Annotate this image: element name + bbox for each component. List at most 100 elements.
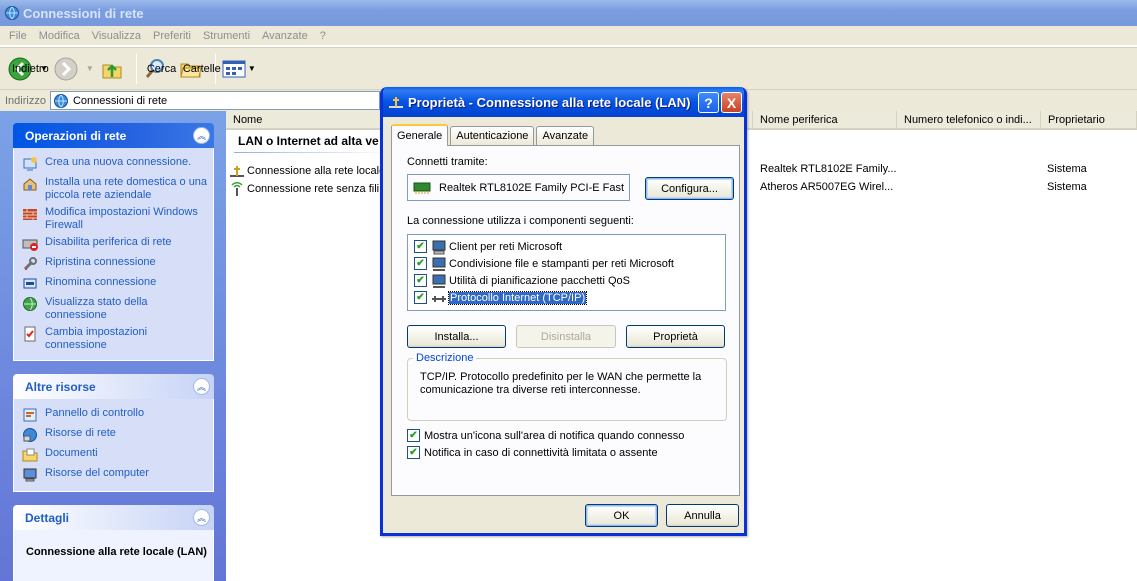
column-header-phone[interactable]: Numero telefonico o indi... — [897, 111, 1041, 130]
details-connection-name: Connessione alla rete locale (LAN) — [26, 546, 207, 558]
component-client[interactable]: ✔ Client per reti Microsoft — [414, 238, 725, 255]
firewall-icon — [23, 209, 37, 220]
cancel-button[interactable]: Annulla — [666, 504, 739, 527]
tab-authentication[interactable]: Autenticazione — [450, 126, 535, 145]
description-group: Descrizione TCP/IP. Protocollo predefini… — [407, 352, 727, 421]
documents-folder-icon — [22, 448, 38, 462]
task-create-connection[interactable]: Crea una nuova connessione. — [22, 156, 209, 172]
column-header-device[interactable]: Nome periferica — [753, 111, 897, 130]
disable-device-icon — [22, 239, 38, 251]
place-documents[interactable]: Documenti — [22, 447, 209, 463]
collapse-icon[interactable]: ︽ — [193, 378, 210, 395]
forward-arrow-icon — [54, 57, 78, 80]
views-button[interactable]: ▼ — [222, 59, 256, 79]
component-qos[interactable]: ✔ Utilità di pianificazione pacchetti Qo… — [414, 272, 725, 289]
address-input[interactable]: Connessioni di rete — [49, 91, 380, 110]
component-checkbox[interactable]: ✔ — [414, 274, 427, 287]
component-checkbox[interactable]: ✔ — [414, 240, 427, 253]
forward-button[interactable]: ▼ — [54, 57, 94, 81]
address-value: Connessioni di rete — [72, 94, 168, 107]
show-icon-checkbox[interactable]: ✔ — [407, 429, 420, 442]
menu-file[interactable]: File — [9, 30, 27, 42]
show-icon-label: Mostra un'icona sull'area di notifica qu… — [424, 429, 685, 442]
properties-button[interactable]: Proprietà — [626, 325, 725, 348]
up-folder-button[interactable] — [100, 57, 124, 81]
collapse-icon[interactable]: ︽ — [193, 509, 210, 526]
search-button[interactable]: Cerca — [143, 57, 176, 81]
task-label: Disabilita periferica di rete — [45, 236, 172, 248]
list-item-wireless-owner: Sistema — [1047, 181, 1087, 193]
component-file-sharing[interactable]: ✔ Condivisione file e stampanti per reti… — [414, 255, 725, 272]
address-label: Indirizzo — [5, 94, 46, 107]
group-title: LAN o Internet ad alta ve — [238, 134, 379, 148]
network-tasks-header[interactable]: Operazioni di rete ︽ — [13, 123, 214, 148]
menu-bar: File Modifica Visualizza Preferiti Strum… — [0, 26, 1137, 46]
file-sharing-icon — [432, 257, 446, 271]
task-view-status[interactable]: Visualizza stato della connessione — [22, 296, 209, 322]
menu-edit[interactable]: Modifica — [39, 30, 80, 42]
toolbar-separator — [135, 53, 137, 84]
close-button[interactable]: X — [721, 92, 742, 113]
place-label: Pannello di controllo — [45, 407, 145, 419]
collapse-icon[interactable]: ︽ — [193, 127, 210, 144]
list-item-lan[interactable]: Connessione alla rete locale — [229, 163, 385, 179]
help-button[interactable]: ? — [698, 92, 719, 113]
menu-help[interactable]: ? — [320, 30, 326, 42]
tab-general[interactable]: Generale — [391, 124, 449, 146]
list-item-wireless[interactable]: Connessione rete senza fili 2 — [229, 181, 388, 197]
component-label: Protocollo Internet (TCP/IP) — [447, 290, 588, 305]
notify-label: Notifica in caso di connettività limitat… — [424, 446, 658, 459]
dialog-title: Proprietà - Connessione alla rete locale… — [408, 94, 691, 110]
component-checkbox[interactable]: ✔ — [414, 257, 427, 270]
task-label: Crea una nuova connessione. — [45, 156, 192, 168]
menu-tools[interactable]: Strumenti — [203, 30, 250, 42]
dialog-titlebar[interactable]: Proprietà - Connessione alla rete locale… — [383, 87, 744, 117]
task-disable-device[interactable]: Disabilita periferica di rete — [22, 236, 209, 252]
details-header[interactable]: Dettagli ︽ — [13, 505, 214, 530]
other-places-title: Altre risorse — [25, 379, 96, 394]
task-label: Installa una rete domestica o una piccol… — [45, 176, 208, 201]
place-network[interactable]: Risorse di rete — [22, 427, 209, 443]
place-label: Documenti — [45, 447, 98, 459]
uninstall-button[interactable]: Disinstalla — [516, 325, 616, 348]
rename-icon — [23, 278, 37, 289]
properties-dialog: Proprietà - Connessione alla rete locale… — [380, 87, 747, 536]
menu-advanced[interactable]: Avanzate — [262, 30, 308, 42]
folders-button[interactable]: Cartelle — [179, 57, 221, 81]
option-notify[interactable]: ✔ Notifica in caso di connettività limit… — [407, 446, 658, 459]
wireless-connection-icon — [231, 182, 243, 196]
task-home-network[interactable]: Installa una rete domestica o una piccol… — [22, 176, 209, 202]
tab-advanced[interactable]: Avanzate — [536, 126, 595, 145]
general-tab-page: Connetti tramite: Realtek RTL8102E Famil… — [391, 145, 740, 496]
task-repair[interactable]: Ripristina connessione — [22, 256, 209, 272]
component-label: Condivisione file e stampanti per reti M… — [449, 257, 674, 270]
forward-dropdown-icon[interactable]: ▼ — [86, 64, 94, 73]
notify-checkbox[interactable]: ✔ — [407, 446, 420, 459]
back-button[interactable]: Indietro ▼ — [8, 57, 49, 81]
menu-view[interactable]: Visualizza — [92, 30, 141, 42]
other-places-body: Pannello di controllo Risorse di rete Do… — [13, 399, 214, 492]
menu-favorites[interactable]: Preferiti — [153, 30, 191, 42]
task-label: Modifica impostazioni Windows Firewall — [45, 206, 198, 231]
views-dropdown-icon[interactable]: ▼ — [248, 64, 256, 73]
components-label: La connessione utilizza i componenti seg… — [407, 215, 634, 227]
place-my-computer[interactable]: Risorse del computer — [22, 467, 209, 483]
column-header-owner[interactable]: Proprietario — [1041, 111, 1137, 130]
network-places-icon — [23, 428, 37, 442]
network-adapter-icon — [413, 182, 431, 194]
lan-connection-icon — [230, 166, 244, 177]
task-label: Visualizza stato della connessione — [45, 296, 148, 321]
ok-button[interactable]: OK — [585, 504, 658, 527]
place-control-panel[interactable]: Pannello di controllo — [22, 407, 209, 423]
list-item-wireless-device: Atheros AR5007EG Wirel... — [760, 181, 894, 193]
other-places-header[interactable]: Altre risorse ︽ — [13, 374, 214, 399]
task-change-settings[interactable]: Cambia impostazioni connessione — [22, 326, 209, 352]
list-item-name: Connessione rete senza fili 2 — [247, 183, 389, 195]
component-tcpip[interactable]: ✔ Protocollo Internet (TCP/IP) — [414, 289, 725, 306]
task-rename[interactable]: Rinomina connessione — [22, 276, 209, 292]
option-show-icon[interactable]: ✔ Mostra un'icona sull'area di notifica … — [407, 429, 684, 442]
component-checkbox[interactable]: ✔ — [414, 291, 427, 304]
task-firewall[interactable]: Modifica impostazioni Windows Firewall — [22, 206, 209, 232]
configure-button[interactable]: Configura... — [645, 177, 734, 200]
install-button[interactable]: Installa... — [407, 325, 506, 348]
